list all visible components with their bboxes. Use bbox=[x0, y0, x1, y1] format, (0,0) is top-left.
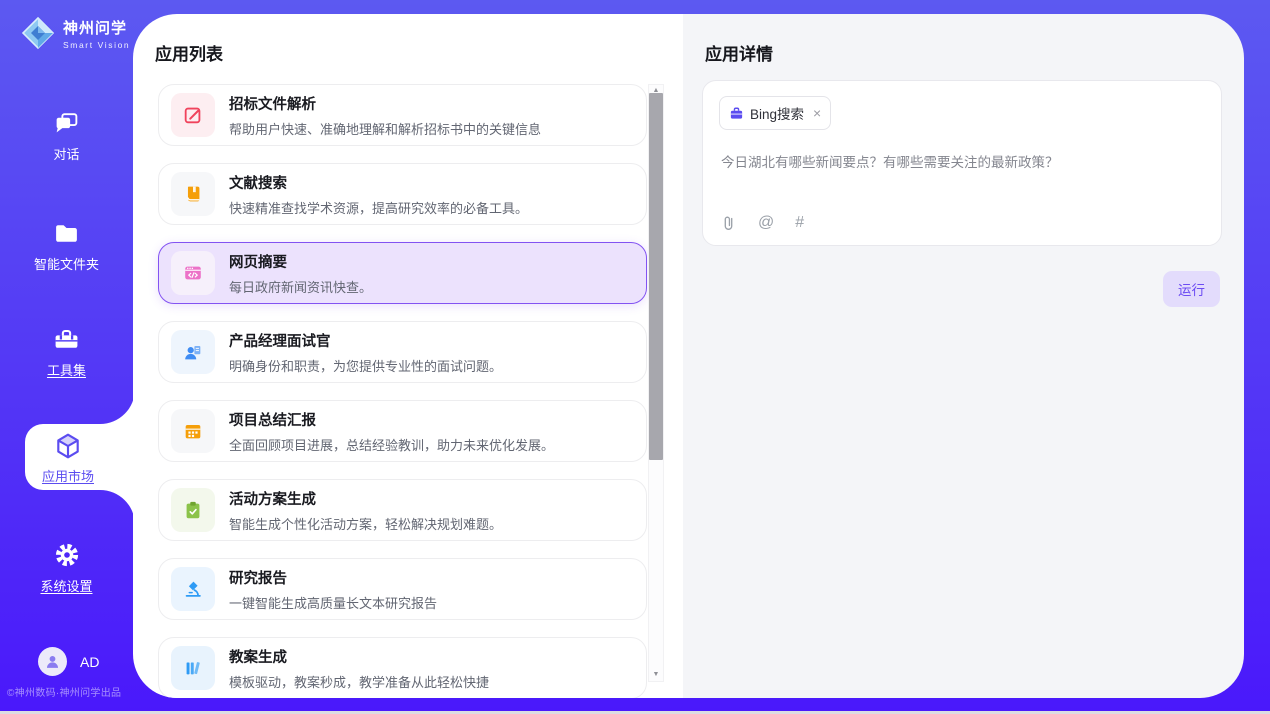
card-title: 网页摘要 bbox=[229, 251, 372, 272]
tag-close-icon[interactable]: × bbox=[813, 106, 821, 120]
card-desc: 每日政府新闻资讯快查。 bbox=[229, 277, 372, 296]
toolbox-icon bbox=[53, 326, 80, 353]
run-button[interactable]: 运行 bbox=[1163, 271, 1220, 307]
card-desc: 模板驱动，教案秒成，教学准备从此轻松快捷 bbox=[229, 672, 489, 691]
scrollbar-thumb[interactable] bbox=[649, 93, 663, 460]
books-icon bbox=[171, 646, 215, 690]
sidebar-item-settings[interactable]: 系统设置 bbox=[0, 541, 133, 595]
card-title: 文献搜索 bbox=[229, 172, 528, 193]
user-name: AD bbox=[80, 654, 99, 670]
brand-logo: 神州问学 Smart Vision bbox=[20, 15, 130, 51]
app-detail-panel: 应用详情 Bing搜索 × 今日湖北有哪些新闻要点？有哪些需要关注的最新政策？ … bbox=[683, 14, 1244, 698]
sidebar-item-label: 对话 bbox=[53, 144, 79, 163]
card-desc: 快速精准查找学术资源，提高研究效率的必备工具。 bbox=[229, 198, 528, 217]
attachment-toolbar: @ # bbox=[720, 214, 804, 231]
card-desc: 智能生成个性化活动方案，轻松解决规划难题。 bbox=[229, 514, 502, 533]
card-desc: 一键智能生成高质量长文本研究报告 bbox=[229, 593, 437, 612]
microscope-icon bbox=[171, 567, 215, 611]
app-list-panel: 应用列表 招标文件解析 帮助用户快速、准确地理解和解析招标书中的关键信息 文献搜… bbox=[133, 14, 683, 698]
sidebar-item-app-market[interactable]: 应用市场 bbox=[0, 466, 136, 485]
sidebar-item-smart-folder[interactable]: 智能文件夹 bbox=[0, 220, 133, 273]
app-card-event-plan[interactable]: 活动方案生成 智能生成个性化活动方案，轻松解决规划难题。 bbox=[158, 479, 647, 541]
edit-document-icon bbox=[171, 93, 215, 137]
hashtag-icon[interactable]: # bbox=[795, 215, 804, 231]
app-card-pm-interviewer[interactable]: 产品经理面试官 明确身份和职责，为您提供专业性的面试问题。 bbox=[158, 321, 647, 383]
card-title: 招标文件解析 bbox=[229, 93, 541, 114]
main-content-panel: 应用列表 招标文件解析 帮助用户快速、准确地理解和解析招标书中的关键信息 文献搜… bbox=[133, 14, 1244, 698]
card-title: 项目总结汇报 bbox=[229, 409, 554, 430]
app-window: { "sidebar": { "logo": { "title": "神州问学"… bbox=[0, 0, 1270, 714]
sidebar-item-label: 工具集 bbox=[47, 360, 86, 379]
card-title: 产品经理面试官 bbox=[229, 330, 502, 351]
scroll-down-icon[interactable]: ▼ bbox=[653, 671, 660, 679]
app-card-project-summary[interactable]: 项目总结汇报 全面回顾项目进展，总结经验教训，助力未来优化发展。 bbox=[158, 400, 647, 462]
mention-icon[interactable]: @ bbox=[758, 215, 774, 231]
sidebar-item-label: 系统设置 bbox=[40, 576, 92, 595]
paperclip-icon[interactable] bbox=[720, 214, 737, 231]
card-title: 教案生成 bbox=[229, 646, 489, 667]
card-title: 研究报告 bbox=[229, 567, 437, 588]
app-card-bid-parse[interactable]: 招标文件解析 帮助用户快速、准确地理解和解析招标书中的关键信息 bbox=[158, 84, 647, 146]
briefcase-icon bbox=[729, 106, 744, 121]
book-icon bbox=[171, 172, 215, 216]
sidebar-item-chat[interactable]: 对话 bbox=[0, 110, 133, 163]
sidebar-item-label: 智能文件夹 bbox=[34, 254, 99, 273]
sidebar: 神州问学 Smart Vision 对话 智能文件夹 工具集 系统设置 AD ©… bbox=[0, 0, 133, 714]
calendar-report-icon bbox=[171, 409, 215, 453]
tool-tag-bing-search[interactable]: Bing搜索 × bbox=[719, 96, 831, 130]
copyright-text: ©神州数码·神州问学出品 bbox=[7, 684, 137, 699]
card-title: 活动方案生成 bbox=[229, 488, 502, 509]
app-card-list: 招标文件解析 帮助用户快速、准确地理解和解析招标书中的关键信息 文献搜索 快速精… bbox=[158, 84, 647, 698]
interviewer-icon bbox=[171, 330, 215, 374]
card-desc: 帮助用户快速、准确地理解和解析招标书中的关键信息 bbox=[229, 119, 541, 138]
clipboard-check-icon bbox=[171, 488, 215, 532]
brand-subtitle: Smart Vision bbox=[63, 40, 130, 50]
cube-icon[interactable] bbox=[54, 432, 82, 460]
tool-tag-label: Bing搜索 bbox=[750, 103, 804, 123]
app-card-lesson-plan[interactable]: 教案生成 模板驱动，教案秒成，教学准备从此轻松快捷 bbox=[158, 637, 647, 698]
user-account[interactable]: AD bbox=[38, 647, 99, 676]
app-card-research-report[interactable]: 研究报告 一键智能生成高质量长文本研究报告 bbox=[158, 558, 647, 620]
app-card-web-summary[interactable]: 网页摘要 每日政府新闻资讯快查。 bbox=[158, 242, 647, 304]
browser-code-icon bbox=[171, 251, 215, 295]
card-desc: 明确身份和职责，为您提供专业性的面试问题。 bbox=[229, 356, 502, 375]
card-desc: 全面回顾项目进展，总结经验教训，助力未来优化发展。 bbox=[229, 435, 554, 454]
avatar bbox=[38, 647, 67, 676]
app-detail-title: 应用详情 bbox=[705, 40, 773, 65]
folder-icon bbox=[53, 220, 80, 247]
brand-title: 神州问学 bbox=[63, 17, 130, 38]
app-list-title: 应用列表 bbox=[155, 40, 223, 65]
gear-icon bbox=[53, 541, 81, 569]
chat-icon bbox=[53, 110, 80, 137]
prompt-input[interactable]: 今日湖北有哪些新闻要点？有哪些需要关注的最新政策？ bbox=[721, 151, 1201, 171]
diamond-logo-icon bbox=[20, 15, 56, 51]
sidebar-item-toolset[interactable]: 工具集 bbox=[0, 326, 133, 379]
prompt-card: Bing搜索 × 今日湖北有哪些新闻要点？有哪些需要关注的最新政策？ @ # bbox=[702, 80, 1222, 246]
app-card-literature-search[interactable]: 文献搜索 快速精准查找学术资源，提高研究效率的必备工具。 bbox=[158, 163, 647, 225]
